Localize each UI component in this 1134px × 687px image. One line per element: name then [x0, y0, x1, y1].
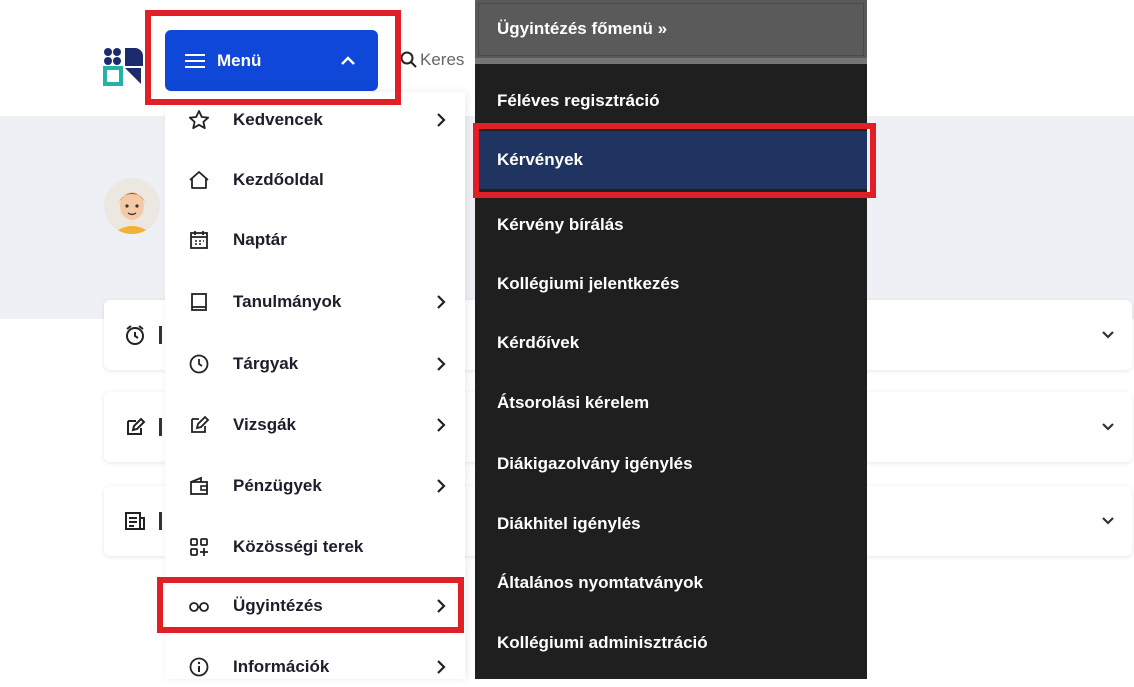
card-title-fragment — [159, 512, 162, 530]
edit-icon — [127, 417, 146, 435]
hamburger-icon — [185, 53, 205, 69]
submenu-item-label: Féléves regisztráció — [497, 91, 660, 110]
submenu-item-label: Kérdőívek — [497, 333, 580, 352]
submenu-item-label: Kollégiumi adminisztráció — [497, 633, 708, 652]
menu-item-label: Kezdőoldal — [233, 170, 324, 189]
submenu-header-label: Ügyintézés főmenü » — [497, 19, 668, 38]
submenu-item-altalanos-nyomtatvanyok[interactable]: Általános nyomtatványok — [475, 554, 867, 612]
grid-plus-icon — [190, 538, 208, 556]
submenu-item-atsorolasi-kerelem[interactable]: Átsorolási kérelem — [475, 374, 867, 432]
card-title-fragment — [159, 418, 162, 436]
submenu-item-label: Kollégiumi jelentkezés — [497, 274, 680, 293]
home-icon — [189, 171, 209, 189]
menu-item-label: Kedvencek — [233, 110, 323, 129]
menu-item-label: Tanulmányok — [233, 292, 342, 311]
avatar-icon — [104, 178, 160, 234]
menu-item-label: Tárgyak — [233, 354, 299, 373]
chevron-right-icon — [437, 660, 446, 674]
star-icon — [188, 110, 210, 130]
calendar-icon — [190, 231, 208, 249]
menu-item-tanulmanyok[interactable]: Tanulmányok — [165, 282, 465, 322]
chevron-right-icon — [437, 295, 446, 309]
chevron-right-icon — [437, 599, 446, 613]
logo-icon — [103, 48, 143, 86]
menu-item-ugyintezes[interactable]: Ügyintézés — [165, 586, 465, 626]
menu-item-label: Információk — [233, 657, 330, 676]
chevron-right-icon — [437, 357, 446, 371]
submenu-item-label: Átsorolási kérelem — [497, 393, 650, 412]
chevron-down-icon[interactable] — [1098, 324, 1118, 344]
submenu-item-diakigazolvany-igenyles[interactable]: Diákigazolvány igénylés — [475, 435, 867, 493]
menu-item-informaciok[interactable]: Információk — [165, 647, 465, 687]
glasses-icon — [189, 602, 209, 612]
submenu-item-label: Diákhitel igénylés — [497, 514, 641, 533]
menu-item-kedvencek[interactable]: Kedvencek — [165, 100, 465, 140]
submenu-item-feleves-regisztracio[interactable]: Féléves regisztráció — [475, 72, 867, 130]
search-placeholder: Keres — [420, 50, 465, 69]
menu-item-vizsgak[interactable]: Vizsgák — [165, 405, 465, 445]
submenu-item-label: Általános nyomtatványok — [497, 573, 703, 592]
info-icon — [189, 657, 209, 677]
chevron-down-icon[interactable] — [1098, 510, 1118, 530]
chevron-right-icon — [437, 113, 446, 127]
submenu-item-kerveny-biralas[interactable]: Kérvény bírálás — [475, 196, 867, 254]
submenu-item-label: Kérvények — [497, 150, 584, 169]
submenu-item-kervenyek[interactable]: Kérvények — [475, 131, 867, 189]
book-icon — [191, 293, 207, 311]
menu-item-label: Pénzügyek — [233, 476, 322, 495]
menu-item-label: Ügyintézés — [233, 596, 323, 615]
alarm-clock-icon — [126, 325, 144, 345]
menu-item-naptar[interactable]: Naptár — [165, 220, 465, 260]
menu-item-label: Vizsgák — [233, 415, 297, 434]
avatar[interactable] — [104, 178, 160, 234]
submenu-item-label: Kérvény bírálás — [497, 215, 624, 234]
edit-icon — [191, 415, 210, 433]
menu-item-label: Közösségi terek — [233, 537, 364, 556]
menu-item-penzugyek[interactable]: Pénzügyek — [165, 466, 465, 506]
main-menu-dropdown: Kedvencek Kezdőoldal Naptár Tanulmányok … — [165, 92, 465, 679]
menu-item-targyak[interactable]: Tárgyak — [165, 344, 465, 384]
clock-icon — [189, 354, 209, 374]
chevron-right-icon — [437, 479, 446, 493]
submenu-item-kerdoivek[interactable]: Kérdőívek — [475, 314, 867, 372]
submenu-header-link[interactable]: Ügyintézés főmenü » — [475, 0, 867, 64]
chevron-up-icon — [341, 55, 355, 65]
menu-item-kozossegi-terek[interactable]: Közösségi terek — [165, 527, 465, 567]
menu-item-label: Naptár — [233, 230, 287, 249]
card-title-fragment — [159, 326, 162, 344]
wallet-icon — [190, 476, 208, 495]
menu-button-label: Menü — [217, 50, 262, 70]
submenu-item-kollegiumi-adminisztracio[interactable]: Kollégiumi adminisztráció — [475, 614, 867, 672]
submenu-item-label: Diákigazolvány igénylés — [497, 454, 693, 473]
search-field[interactable]: Keres — [400, 50, 464, 70]
menu-item-kezdooldal[interactable]: Kezdőoldal — [165, 160, 465, 200]
chevron-down-icon[interactable] — [1098, 416, 1118, 436]
menu-button[interactable]: Menü — [165, 30, 378, 91]
submenu-item-kollegiumi-jelentkezes[interactable]: Kollégiumi jelentkezés — [475, 255, 867, 313]
search-icon — [400, 51, 417, 68]
submenu-item-diakhitel-igenyles[interactable]: Diákhitel igénylés — [475, 495, 867, 553]
news-icon — [125, 512, 145, 530]
chevron-right-icon — [437, 418, 446, 432]
ugyintezes-submenu: Ügyintézés főmenü » Féléves regisztráció… — [475, 0, 867, 679]
